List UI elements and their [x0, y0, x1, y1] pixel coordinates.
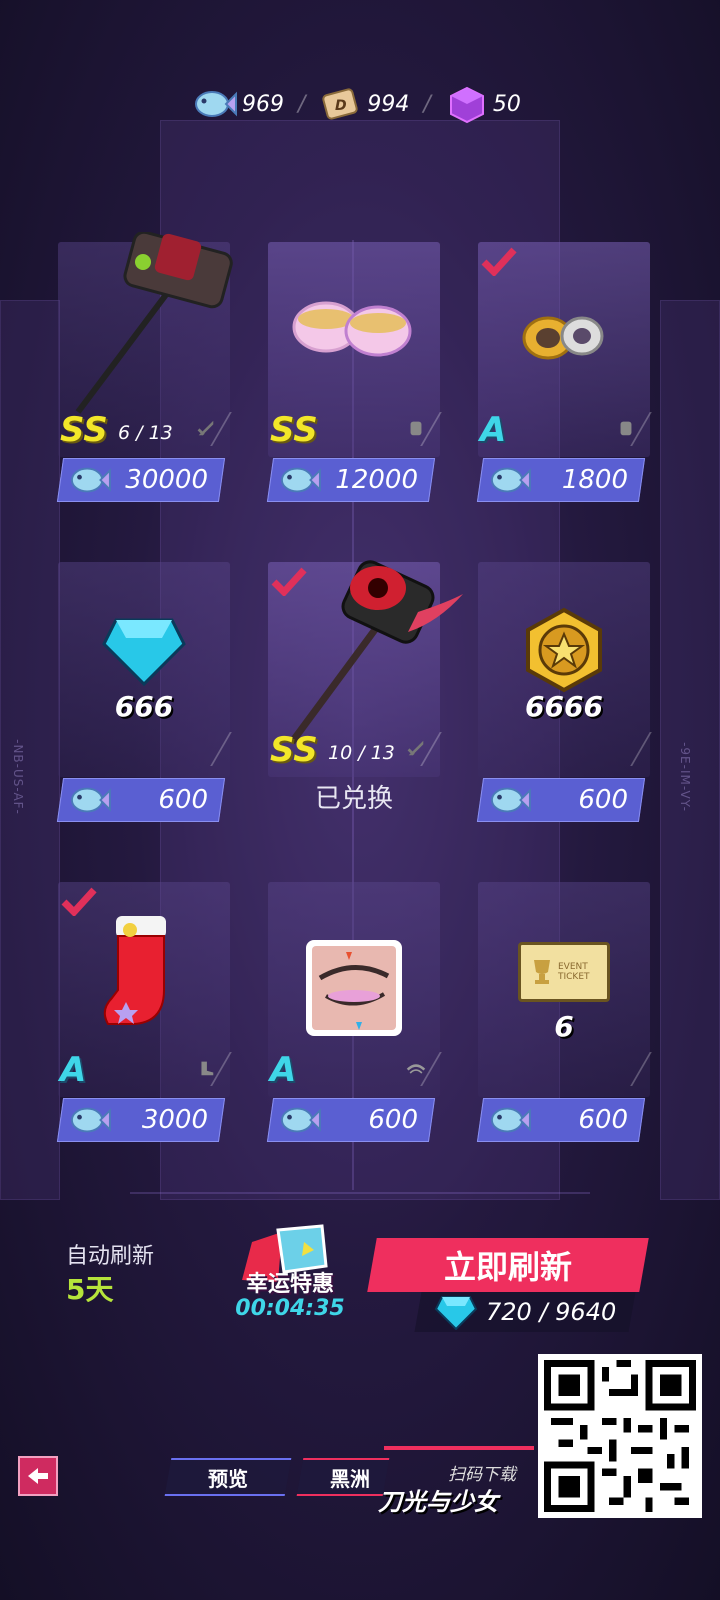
item-quantity: 666 — [114, 690, 174, 723]
price-tag[interactable]: 600 — [480, 778, 642, 822]
price-tag[interactable]: 600 — [480, 1098, 642, 1142]
purple-cube-icon — [449, 86, 484, 124]
price-tag[interactable]: 600 — [270, 1098, 432, 1142]
trophy-icon — [534, 960, 550, 984]
refresh-now-button[interactable]: 立即刷新 — [372, 1238, 644, 1292]
red-hammer-weapon-icon — [289, 560, 463, 745]
shop-item-bracelets[interactable]: SS 12000 — [266, 242, 442, 502]
price-tag[interactable]: 30000 — [60, 458, 222, 502]
shop-item-gold-coin[interactable]: 6666 600 — [476, 562, 652, 822]
sword-icon — [406, 738, 426, 758]
lucky-deal-title: 幸运特惠 — [245, 1272, 334, 1297]
bracelets-icon — [292, 301, 412, 357]
item-progress: 6 / 13 — [118, 422, 173, 444]
side-tag-right: -9E-IM-VY- — [677, 742, 692, 812]
price-value: 3000 — [141, 1105, 208, 1135]
item-grade: SS — [60, 410, 108, 450]
eye-icon — [406, 1058, 426, 1078]
price-tag[interactable]: 1800 — [480, 458, 642, 502]
price-value: 1800 — [561, 465, 628, 495]
fish-coin-icon — [70, 787, 111, 813]
boot-icon — [196, 1058, 216, 1078]
fish-coin-icon — [70, 1107, 111, 1133]
arrow-left-icon — [28, 1468, 48, 1484]
auto-refresh-label: 自动刷新 — [66, 1244, 155, 1269]
diamond-icon — [434, 1296, 478, 1330]
shop-item-event-ticket[interactable]: EVENT TICKET 6 600 — [476, 882, 652, 1142]
redeemed-label: 已兑换 — [314, 784, 393, 814]
currency-ticket-value: 994 — [367, 91, 410, 117]
back-button[interactable] — [18, 1456, 58, 1496]
eye-makeup-icon — [306, 940, 402, 1036]
item-quantity: 6 — [554, 1010, 574, 1043]
fish-coin-icon — [490, 467, 531, 493]
shop-item-rings[interactable]: A 1800 — [476, 242, 652, 502]
item-grade: A — [480, 410, 507, 450]
shop-item-red-hammer[interactable]: SS 10 / 13 已兑换 — [268, 560, 463, 822]
item-quantity: 6666 — [525, 690, 603, 723]
shop-item-christmas-sock[interactable]: A 3000 — [56, 882, 232, 1142]
auto-refresh-days: 5天 — [66, 1273, 114, 1306]
price-value: 12000 — [335, 465, 418, 495]
event-ticket-icon: EVENT TICKET — [518, 942, 610, 1002]
fish-coin-icon — [490, 1107, 531, 1133]
gold-coin-icon — [526, 607, 602, 693]
price-tag[interactable]: 600 — [60, 778, 222, 822]
tab-preview[interactable]: 预览 — [168, 1458, 288, 1496]
price-value: 600 — [368, 1105, 418, 1135]
fish-coin-icon — [280, 1107, 321, 1133]
rings-icon — [522, 316, 604, 360]
christmas-sock-icon — [103, 916, 166, 1025]
fish-coin-icon — [195, 91, 237, 117]
ticket-text: EVENT TICKET — [558, 962, 590, 982]
refresh-cost: 720 / 9640 — [434, 1292, 616, 1332]
tab-black[interactable]: 黑洲 — [300, 1458, 386, 1496]
price-value: 600 — [578, 1105, 628, 1135]
item-grade: SS — [270, 410, 318, 450]
shop-item-hammer[interactable]: SS 6 / 13 30000 — [56, 232, 233, 502]
qr-code-image — [544, 1360, 696, 1512]
item-grade: A — [60, 1050, 87, 1090]
diamond-icon — [102, 618, 186, 686]
lucky-deal-timer: 00:04:35 — [235, 1296, 345, 1321]
svg-text:D: D — [335, 98, 347, 114]
fish-coin-icon — [280, 467, 321, 493]
currency-cube[interactable]: 50 — [445, 84, 521, 124]
glove-icon — [406, 418, 426, 438]
hammer-weapon-icon — [75, 232, 233, 414]
currency-ticket[interactable]: D 994 — [319, 84, 409, 124]
refresh-cost-value: 720 / 9640 — [486, 1298, 617, 1326]
price-value: 30000 — [125, 465, 208, 495]
price-tag[interactable]: 3000 — [60, 1098, 222, 1142]
side-tag-left: -NB-US-AF- — [10, 739, 25, 815]
check-icon — [61, 887, 97, 916]
currency-cube-value: 50 — [492, 91, 521, 117]
fish-coin-icon — [490, 787, 531, 813]
sword-icon — [196, 418, 216, 438]
qr-code[interactable] — [538, 1354, 702, 1518]
price-tag[interactable]: 12000 — [270, 458, 432, 502]
shop-item-eye-makeup[interactable]: A 600 — [266, 882, 442, 1142]
promo-game-name: 刀光与少女 — [378, 1488, 498, 1516]
currency-bar: 969 / D 994 / 50 — [190, 84, 521, 124]
glove-icon — [616, 418, 636, 438]
fish-coin-icon — [70, 467, 111, 493]
item-grade: SS — [270, 730, 318, 770]
price-value: 600 — [578, 785, 628, 815]
check-icon — [481, 247, 517, 276]
currency-fish-value: 969 — [242, 91, 284, 117]
item-grade: A — [270, 1050, 297, 1090]
price-value: 600 — [158, 785, 208, 815]
currency-fish[interactable]: 969 — [190, 84, 284, 124]
shop-item-diamond[interactable]: 666 600 — [56, 562, 232, 822]
d-ticket-icon: D — [322, 88, 359, 120]
